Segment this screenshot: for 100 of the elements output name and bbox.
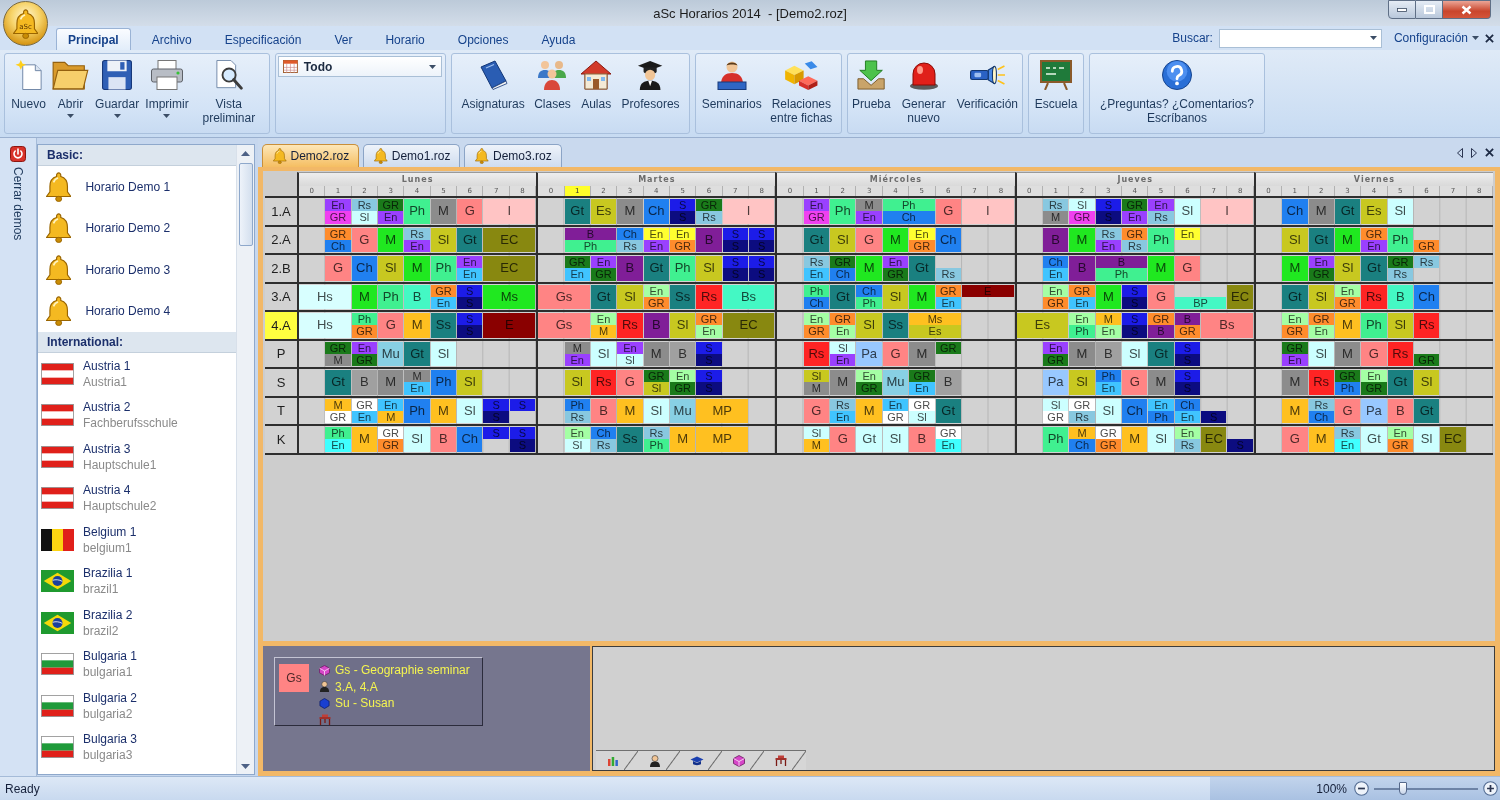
lesson-card[interactable]: GR xyxy=(643,370,669,383)
lesson-card[interactable]: Ph xyxy=(1148,227,1174,252)
lesson-card[interactable]: En xyxy=(1387,427,1413,440)
lesson-card[interactable]: B xyxy=(669,341,696,366)
lesson-card[interactable]: Gt xyxy=(1308,227,1334,252)
lesson-card[interactable]: G xyxy=(882,341,909,366)
lesson-card[interactable]: Ph xyxy=(1095,268,1148,281)
lesson-card[interactable]: G xyxy=(1174,256,1201,281)
lesson-card[interactable]: Gs xyxy=(279,664,309,692)
lesson-card[interactable]: Sl xyxy=(1387,199,1413,224)
lesson-card[interactable]: Mu xyxy=(669,398,696,423)
lesson-card[interactable]: GR xyxy=(1387,439,1413,452)
lesson-card[interactable]: Sl xyxy=(1308,284,1334,309)
lesson-card[interactable]: En xyxy=(1042,341,1069,354)
lesson-card[interactable]: Hs xyxy=(299,284,351,309)
lesson-card[interactable]: En xyxy=(669,370,696,383)
lesson-card[interactable]: GR xyxy=(1069,211,1095,224)
ribbon-button[interactable]: Profesores xyxy=(619,56,682,113)
lesson-card[interactable]: G xyxy=(378,313,404,338)
lesson-card[interactable]: M xyxy=(1282,398,1308,423)
lesson-card[interactable]: EC xyxy=(1201,427,1227,452)
lesson-card[interactable]: Sl xyxy=(564,439,590,452)
lesson-card[interactable]: Sl xyxy=(351,211,378,224)
lesson-card[interactable]: M xyxy=(1148,370,1174,395)
lesson-card[interactable]: Ph xyxy=(1361,313,1387,338)
demo-title[interactable]: Brazilia 1 xyxy=(83,566,133,581)
lesson-card[interactable]: GR xyxy=(1334,370,1361,383)
zoom-in-icon[interactable] xyxy=(1483,781,1498,796)
lesson-card[interactable]: En xyxy=(856,370,882,383)
lesson-card[interactable]: Ch xyxy=(1122,398,1148,423)
lesson-card[interactable]: Sl xyxy=(1174,199,1201,224)
lesson-card[interactable]: G xyxy=(457,199,483,224)
lesson-card[interactable]: GR xyxy=(1174,325,1201,338)
ribbon-button[interactable]: Vista preliminar xyxy=(192,56,265,127)
lesson-card[interactable]: M xyxy=(1334,227,1361,252)
lesson-card[interactable]: Sl xyxy=(669,313,696,338)
lesson-card[interactable]: GR xyxy=(1413,239,1440,252)
lesson-card[interactable]: Sl xyxy=(430,341,457,366)
lesson-card[interactable]: GR xyxy=(909,370,935,383)
lesson-card[interactable]: M xyxy=(1334,341,1361,366)
lesson-card[interactable]: M xyxy=(404,370,430,383)
lesson-card[interactable]: G xyxy=(1148,284,1174,309)
lesson-card[interactable]: Ph xyxy=(378,284,404,309)
ribbon-button[interactable]: Escuela xyxy=(1032,56,1080,113)
lesson-card[interactable]: M xyxy=(325,398,351,411)
lesson-card[interactable]: B xyxy=(909,427,935,452)
lesson-card[interactable]: En xyxy=(1095,325,1121,338)
lesson-card[interactable]: Es xyxy=(590,199,617,224)
lesson-card[interactable]: Sl xyxy=(564,370,590,395)
lesson-card[interactable]: B xyxy=(590,398,617,423)
lesson-card[interactable]: G xyxy=(1334,398,1361,423)
document-tab[interactable]: Demo1.roz xyxy=(363,144,461,167)
lesson-card[interactable]: G xyxy=(325,256,351,281)
search-field[interactable] xyxy=(1218,28,1382,48)
lesson-card[interactable]: Sl xyxy=(856,313,882,338)
lesson-card[interactable]: En xyxy=(1095,382,1121,395)
lesson-card[interactable]: M xyxy=(430,398,457,423)
lesson-card[interactable]: M xyxy=(1122,427,1148,452)
lesson-card[interactable]: GR xyxy=(882,268,909,281)
lesson-card[interactable]: Sl xyxy=(378,256,404,281)
lesson-card[interactable]: Rs xyxy=(643,427,669,440)
lesson-card[interactable]: Ch xyxy=(643,199,669,224)
document-tab[interactable]: Demo3.roz xyxy=(464,144,562,167)
lesson-card[interactable]: En xyxy=(617,341,643,354)
lesson-card[interactable]: Gt xyxy=(590,284,617,309)
demo-title[interactable]: Austria 2 xyxy=(83,400,178,415)
lesson-card[interactable]: M xyxy=(1069,341,1095,366)
lesson-card[interactable]: En xyxy=(351,341,378,354)
lesson-card[interactable]: M xyxy=(856,199,882,212)
lesson-card[interactable]: Sl xyxy=(830,227,856,252)
lesson-card[interactable]: GR xyxy=(935,341,961,354)
lesson-card[interactable]: Gt xyxy=(457,227,483,252)
lesson-card[interactable]: Sl xyxy=(643,382,669,395)
lesson-card[interactable]: Ph xyxy=(404,398,430,423)
lesson-card[interactable]: M xyxy=(617,398,643,423)
lesson-card[interactable]: EC xyxy=(1440,427,1466,452)
lesson-card[interactable]: M xyxy=(564,341,590,354)
lesson-card[interactable]: Mu xyxy=(882,370,909,395)
demo-title[interactable]: Bulgaria 2 xyxy=(83,690,138,705)
panel-tab[interactable] xyxy=(764,750,806,770)
lesson-card[interactable]: Rs xyxy=(404,227,430,240)
demo-title[interactable]: Bulgaria 3 xyxy=(83,732,138,747)
lesson-card[interactable]: Sl xyxy=(1095,398,1121,423)
lesson-card[interactable]: Ph xyxy=(1095,370,1121,383)
lesson-card[interactable]: GR xyxy=(378,439,404,452)
lesson-card[interactable]: En xyxy=(1174,427,1201,440)
lesson-card[interactable]: GR xyxy=(803,325,830,338)
lesson-card[interactable]: Rs xyxy=(590,439,617,452)
lesson-card[interactable]: Ch xyxy=(1042,256,1069,269)
lesson-card[interactable]: GR xyxy=(1308,268,1334,281)
lesson-card[interactable]: M xyxy=(1282,256,1308,281)
lesson-card[interactable]: Ss xyxy=(669,284,696,309)
lesson-card[interactable]: GR xyxy=(351,325,378,338)
lesson-card[interactable]: GR xyxy=(1095,439,1121,452)
lesson-card[interactable]: GR xyxy=(1282,341,1308,354)
lesson-card[interactable]: GR xyxy=(1148,313,1174,326)
lesson-card[interactable]: En xyxy=(404,382,430,395)
lesson-card[interactable]: Gt xyxy=(1387,370,1413,395)
lesson-card[interactable]: GR xyxy=(1069,398,1095,411)
lesson-card[interactable]: Rs xyxy=(1174,439,1201,452)
